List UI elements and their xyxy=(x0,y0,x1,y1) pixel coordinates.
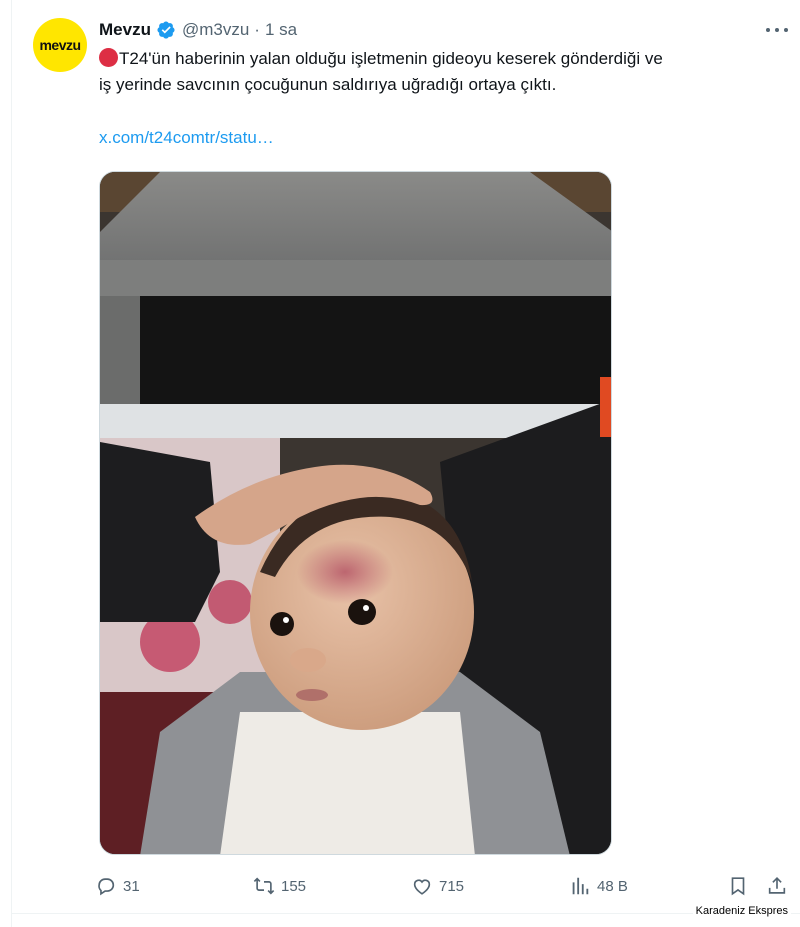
tweet-timestamp[interactable]: 1 sa xyxy=(265,20,297,40)
tweet-header: Mevzu @m3vzu · 1 sa xyxy=(99,18,297,42)
like-button[interactable]: 715 xyxy=(411,872,464,900)
author-handle[interactable]: @m3vzu xyxy=(182,20,249,40)
like-icon xyxy=(413,879,431,895)
author-name[interactable]: Mevzu xyxy=(99,20,151,40)
tweet-text-line-2: iş yerinde savcının çocuğunun saldırıya … xyxy=(99,75,557,94)
tweet-actions: 31 155 715 48 B xyxy=(95,872,795,900)
bookmark-button[interactable] xyxy=(727,872,749,900)
header-separator: · xyxy=(254,20,260,39)
like-count: 715 xyxy=(439,877,465,895)
tweet-photo[interactable] xyxy=(99,171,612,855)
tweet-bottom-divider xyxy=(11,913,800,914)
watermark: Karadeniz Ekspres xyxy=(692,904,791,918)
avatar[interactable]: mevzu xyxy=(33,18,87,72)
photo-baby-with-bruise xyxy=(100,172,611,854)
share-button[interactable] xyxy=(766,872,788,900)
tweet-text: T24'ün haberinin yalan olduğu işletmenin… xyxy=(99,46,789,98)
repost-icon xyxy=(253,877,275,895)
share-icon xyxy=(768,877,786,894)
more-icon[interactable] xyxy=(766,22,788,38)
tweet-link[interactable]: x.com/t24comtr/statu… xyxy=(99,128,274,148)
timeline-left-border xyxy=(11,0,12,927)
repost-count: 155 xyxy=(281,877,307,895)
reply-button[interactable]: 31 xyxy=(95,872,140,900)
views-count: 48 B xyxy=(597,877,628,895)
views-icon xyxy=(572,877,589,895)
avatar-logo-text: mevzu xyxy=(39,37,81,53)
reply-icon xyxy=(98,878,115,896)
repost-button[interactable]: 155 xyxy=(253,872,306,900)
red-circle-icon xyxy=(99,48,118,67)
bookmark-icon xyxy=(731,877,745,896)
views-button[interactable]: 48 B xyxy=(569,872,628,900)
verified-badge-icon xyxy=(157,21,175,39)
tweet-text-line-1: T24'ün haberinin yalan olduğu işletmenin… xyxy=(99,46,789,72)
reply-count: 31 xyxy=(123,877,140,895)
tweet-text-line-1-content: T24'ün haberinin yalan olduğu işletmenin… xyxy=(119,49,663,68)
